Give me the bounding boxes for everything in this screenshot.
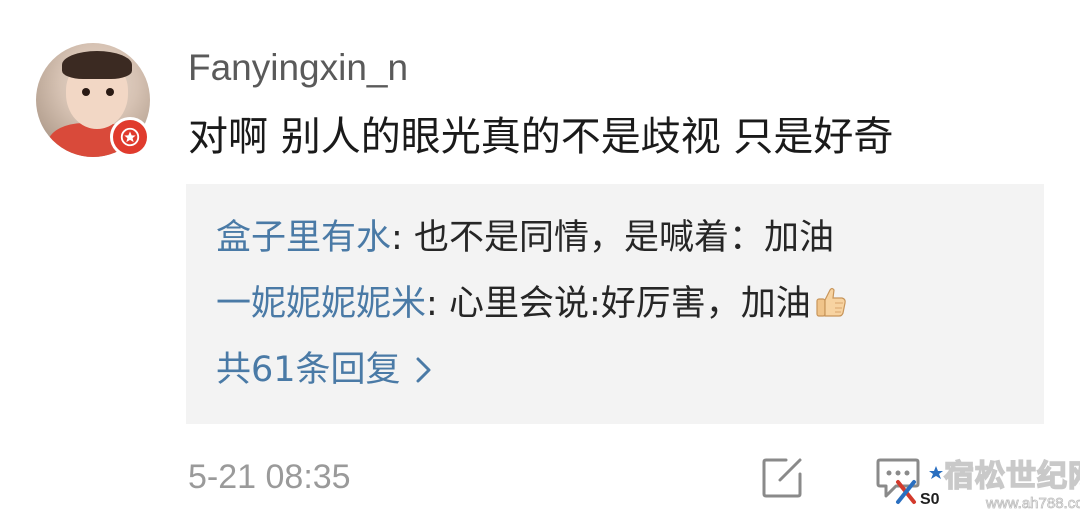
watermark-logo-icon: S0 xyxy=(896,466,943,508)
thumbs-up-icon xyxy=(813,284,849,333)
reply-author[interactable]: 一妮妮妮妮米 xyxy=(216,284,426,324)
reply-author[interactable]: 盒子里有水 xyxy=(216,218,391,258)
avatar-eye-right xyxy=(106,88,114,96)
comment-timestamp: 5-21 08:35 xyxy=(188,458,351,496)
reply-text: 心里会说:好厉害，加油 xyxy=(448,284,811,324)
avatar-hair xyxy=(62,51,132,79)
site-watermark: S0 宿松世纪网 www.ah788.com xyxy=(886,456,1080,516)
avatar-eye-left xyxy=(82,88,90,96)
comment-text: 对啊 别人的眼光真的不是歧视 只是好奇 xyxy=(188,114,894,160)
star-badge-icon xyxy=(110,117,150,157)
comment-username[interactable]: Fanyingxin_n xyxy=(188,46,408,90)
reply-item[interactable]: 一妮妮妮妮米: 心里会说:好厉害，加油 xyxy=(216,280,849,333)
watermark-text: 宿松世纪网 xyxy=(943,459,1080,495)
reply-text: 也不是同情，是喊着：加油 xyxy=(413,218,834,258)
chevron-right-icon xyxy=(415,355,433,385)
reply-separator: : xyxy=(426,284,449,324)
edit-square-icon[interactable] xyxy=(760,456,804,500)
more-replies-label: 共61条回复 xyxy=(216,350,401,390)
watermark-url: www.ah788.com xyxy=(986,495,1080,512)
more-replies-link[interactable]: 共61条回复 xyxy=(216,346,433,394)
replies-box[interactable]: 盒子里有水: 也不是同情，是喊着：加油 一妮妮妮妮米: 心里会说:好厉害，加油 … xyxy=(186,184,1044,424)
reply-separator: : xyxy=(391,218,414,258)
reply-item[interactable]: 盒子里有水: 也不是同情，是喊着：加油 xyxy=(216,214,834,262)
svg-text:S0: S0 xyxy=(920,491,940,508)
